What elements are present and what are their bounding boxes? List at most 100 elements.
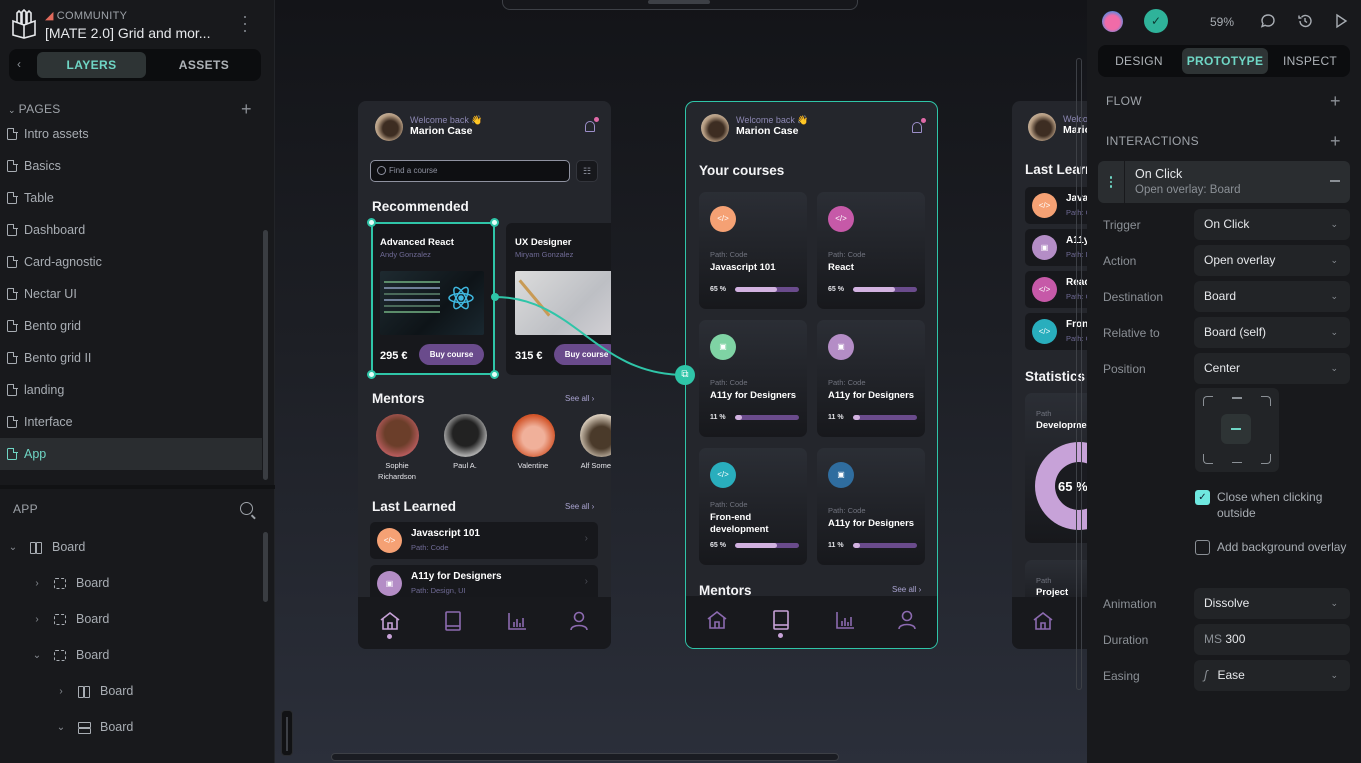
panel-resize-grip[interactable] xyxy=(281,710,293,756)
duration-input[interactable]: MS 300 xyxy=(1194,624,1350,655)
tab-design[interactable]: DESIGN xyxy=(1102,48,1176,74)
add-flow-button[interactable]: + xyxy=(1330,92,1341,110)
chevron-down-icon[interactable]: ⌄ xyxy=(56,722,66,733)
trigger-select[interactable]: On Click ⌄ xyxy=(1194,209,1350,240)
left-sidebar: ◢ COMMUNITY [MATE 2.0] Grid and mor... ‹ … xyxy=(0,0,275,763)
page-icon xyxy=(7,223,18,236)
sidebar-item-page[interactable]: Bento grid II xyxy=(0,342,262,374)
position-bottom-center[interactable] xyxy=(1232,461,1242,463)
zoom-level[interactable]: 59% xyxy=(1210,15,1234,29)
chevron-down-icon: ⌄ xyxy=(1330,327,1338,337)
drag-handle-icon[interactable] xyxy=(1098,161,1125,203)
tab-assets[interactable]: ASSETS xyxy=(159,52,249,78)
page-icon xyxy=(7,255,18,268)
background-overlay-checkbox[interactable] xyxy=(1195,540,1210,555)
layer-item[interactable]: › Board xyxy=(0,565,262,601)
sidebar-item-page[interactable]: Basics xyxy=(0,150,262,182)
destination-label: Destination xyxy=(1103,290,1164,304)
chevron-down-icon: ⌄ xyxy=(1330,291,1338,301)
layer-item[interactable]: ⌄ Board xyxy=(0,637,262,673)
sidebar-item-page[interactable]: Table xyxy=(0,182,262,214)
canvas-vertical-scrollbar[interactable] xyxy=(1076,58,1082,690)
sidebar-item-page[interactable]: Intro assets xyxy=(0,118,262,150)
page-icon xyxy=(7,447,18,460)
tab-prototype[interactable]: PROTOTYPE xyxy=(1182,48,1268,74)
animation-select[interactable]: Dissolve ⌄ xyxy=(1194,588,1350,619)
position-select[interactable]: Center ⌄ xyxy=(1194,353,1350,384)
page-label: App xyxy=(24,447,47,461)
layer-label: Board xyxy=(52,540,86,554)
sidebar-item-page[interactable]: Card-agnostic xyxy=(0,246,262,278)
frame-icon xyxy=(54,649,66,661)
easing-curve-icon: ʃ xyxy=(1204,668,1208,682)
page-label: Dashboard xyxy=(24,223,86,237)
collapse-sidebar-button[interactable]: ‹ xyxy=(17,57,21,71)
position-bottom-right[interactable] xyxy=(1261,454,1271,464)
layer-item[interactable]: ⌄ Board xyxy=(0,709,262,745)
chevron-down-icon: ⌄ xyxy=(8,105,19,115)
trigger-label: Trigger xyxy=(1103,218,1141,232)
page-icon xyxy=(7,351,18,364)
history-icon[interactable] xyxy=(1297,13,1313,29)
add-interaction-button[interactable]: + xyxy=(1330,132,1341,150)
action-label: Action xyxy=(1103,254,1137,268)
add-page-button[interactable]: + xyxy=(241,100,252,118)
position-center[interactable] xyxy=(1221,414,1251,444)
search-layers-icon[interactable] xyxy=(240,502,253,515)
chevron-right-icon[interactable]: › xyxy=(56,686,66,697)
sidebar-item-page[interactable]: landing xyxy=(0,374,262,406)
position-top-center[interactable] xyxy=(1232,397,1242,399)
page-icon xyxy=(7,191,18,204)
tab-layers[interactable]: LAYERS xyxy=(37,52,146,78)
comments-icon[interactable] xyxy=(1260,13,1276,29)
easing-select[interactable]: ʃ Ease ⌄ xyxy=(1194,660,1350,691)
sidebar-item-page[interactable]: Dashboard xyxy=(0,214,262,246)
layers-scrollbar[interactable] xyxy=(263,532,268,602)
close-outside-label: Close when clicking outside xyxy=(1217,490,1323,520)
sidebar-item-page[interactable]: Interface xyxy=(0,406,262,438)
flow-header: FLOW xyxy=(1106,94,1142,108)
close-outside-checkbox[interactable]: ✓ xyxy=(1195,490,1210,505)
duration-label: Duration xyxy=(1103,633,1149,647)
tab-inspect[interactable]: INSPECT xyxy=(1274,48,1346,74)
right-panel: ✓ 59% DESIGN PROTOTYPE INSPECT FLOW + IN… xyxy=(1087,0,1361,763)
chevron-right-icon[interactable]: › xyxy=(32,614,42,625)
position-top-left[interactable] xyxy=(1203,396,1213,406)
chevron-down-icon[interactable]: ⌄ xyxy=(8,542,18,553)
pages-scrollbar[interactable] xyxy=(263,230,268,480)
layer-label: Board xyxy=(76,576,110,590)
destination-select[interactable]: Board ⌄ xyxy=(1194,281,1350,312)
action-select[interactable]: Open overlay ⌄ xyxy=(1194,245,1350,276)
chevron-down-icon: ⌄ xyxy=(1330,598,1338,608)
play-icon[interactable] xyxy=(1333,13,1349,29)
frame-icon xyxy=(54,577,66,589)
layer-label: Board xyxy=(76,648,110,662)
layer-item[interactable]: › Board xyxy=(0,673,262,709)
layer-item[interactable]: › Board xyxy=(0,601,262,637)
page-label: Bento grid II xyxy=(24,351,92,365)
canvas[interactable]: Welcome back 👋 Marion Case Find a course… xyxy=(275,0,1087,763)
chevron-right-icon[interactable]: › xyxy=(32,578,42,589)
position-bottom-left[interactable] xyxy=(1203,454,1213,464)
megaphone-icon: ◢ xyxy=(45,10,54,22)
layer-item[interactable]: ⌄ Board xyxy=(0,529,262,565)
position-top-right[interactable] xyxy=(1261,396,1271,406)
pages-header[interactable]: ⌄ PAGES xyxy=(8,102,61,116)
sidebar-item-page[interactable]: Bento grid xyxy=(0,310,262,342)
penpot-logo-icon xyxy=(12,9,36,39)
page-icon xyxy=(7,415,18,428)
file-menu-button[interactable] xyxy=(243,16,247,32)
current-user-avatar[interactable] xyxy=(1102,11,1123,32)
position-picker[interactable] xyxy=(1195,388,1279,472)
remove-interaction-button[interactable] xyxy=(1330,180,1340,182)
page-label: Bento grid xyxy=(24,319,81,333)
page-icon xyxy=(7,319,18,332)
sidebar-item-page[interactable]: App xyxy=(0,438,262,470)
sidebar-item-page[interactable]: Nectar UI xyxy=(0,278,262,310)
panel-divider[interactable] xyxy=(0,485,275,489)
canvas-horizontal-scrollbar[interactable] xyxy=(331,753,839,761)
relative-to-select[interactable]: Board (self) ⌄ xyxy=(1194,317,1350,348)
interaction-item[interactable]: On Click Open overlay: Board xyxy=(1098,161,1350,203)
overlay-link-icon[interactable]: ⧉ xyxy=(675,365,695,385)
chevron-down-icon[interactable]: ⌄ xyxy=(32,650,42,661)
